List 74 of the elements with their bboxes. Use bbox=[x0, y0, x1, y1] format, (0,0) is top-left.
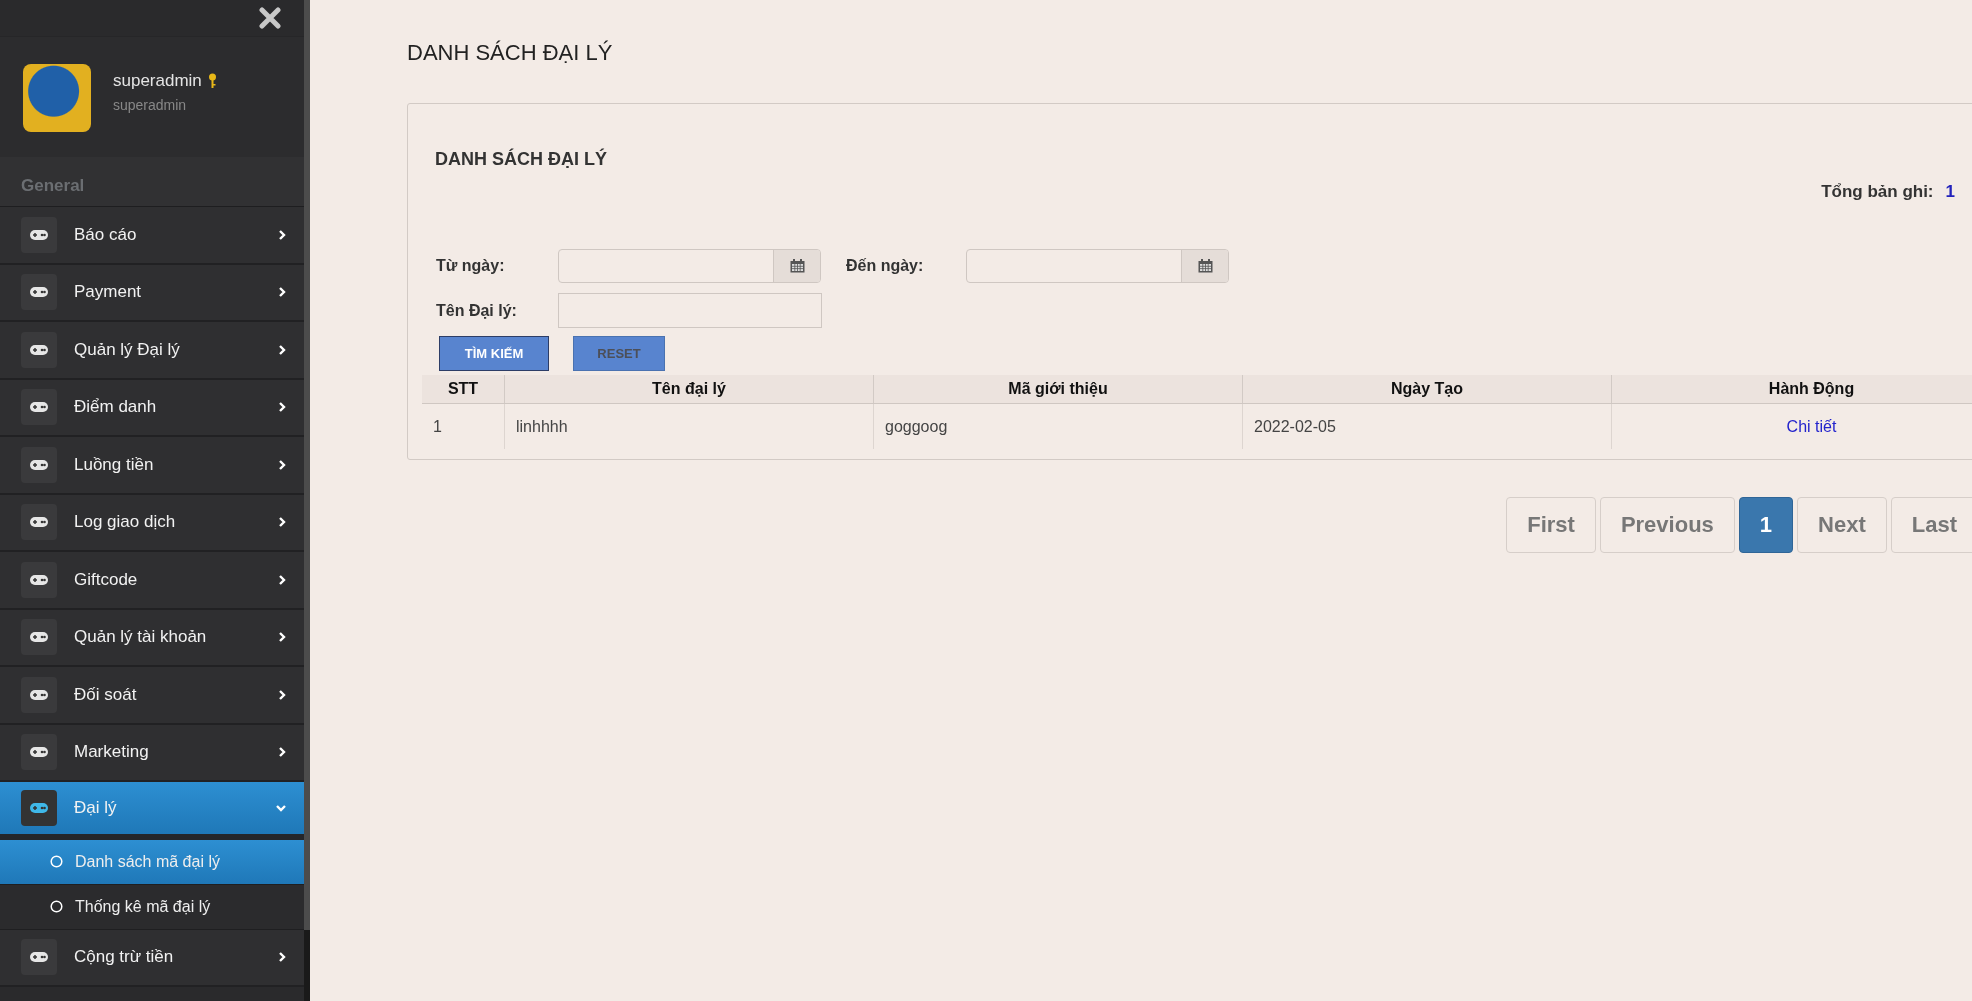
circle-icon bbox=[50, 855, 63, 868]
sidebar-item[interactable]: Log giao dịch bbox=[0, 494, 304, 552]
gamepad-icon bbox=[21, 216, 57, 253]
column-header: Ngày Tạo bbox=[1242, 375, 1612, 404]
chevron-right-icon bbox=[278, 402, 286, 413]
sidebar-item[interactable]: Payment bbox=[0, 264, 304, 322]
key-icon bbox=[207, 73, 217, 89]
column-header: Tên đại lý bbox=[504, 375, 874, 404]
page-button[interactable]: First bbox=[1506, 497, 1596, 553]
chevron-down-icon bbox=[276, 803, 286, 812]
column-header: STT bbox=[422, 375, 505, 404]
total-value: 1 bbox=[1945, 182, 1955, 202]
table-cell: 2022-02-05 bbox=[1242, 403, 1612, 449]
chevron-right-icon bbox=[278, 459, 286, 470]
gamepad-icon bbox=[21, 676, 57, 713]
calendar-icon[interactable] bbox=[773, 250, 820, 282]
field-label: Từ ngày: bbox=[436, 257, 506, 275]
chevron-right-icon bbox=[278, 229, 286, 240]
section-label: General bbox=[0, 157, 304, 207]
input-field[interactable] bbox=[558, 293, 822, 328]
sidebar-item[interactable]: Cộng trừ tiền bbox=[0, 929, 304, 987]
sidebar-item[interactable]: Điểm danh bbox=[0, 379, 304, 437]
logo-image bbox=[23, 64, 91, 132]
chevron-right-icon bbox=[278, 574, 286, 585]
page-button[interactable]: 1 bbox=[1738, 497, 1794, 553]
gamepad-icon bbox=[21, 619, 57, 656]
sidebar-item[interactable]: Báo cáo bbox=[0, 207, 304, 265]
close-icon[interactable] bbox=[259, 7, 281, 29]
sidebar-item[interactable]: Giftcode bbox=[0, 552, 304, 610]
chevron-right-icon bbox=[278, 517, 286, 528]
user-role: superadmin bbox=[113, 97, 188, 113]
column-header: Hành Động bbox=[1611, 375, 1972, 404]
date-field[interactable] bbox=[966, 249, 1229, 283]
gamepad-icon bbox=[21, 389, 57, 426]
gamepad-icon bbox=[21, 734, 57, 771]
gamepad-icon bbox=[21, 789, 57, 826]
chevron-right-icon bbox=[278, 287, 286, 298]
gamepad-icon bbox=[21, 504, 57, 541]
page-button[interactable]: Previous bbox=[1599, 497, 1735, 553]
chevron-right-icon bbox=[278, 344, 286, 355]
chevron-right-icon bbox=[278, 689, 286, 700]
gamepad-icon bbox=[21, 561, 57, 598]
column-header: Mã giới thiệu bbox=[873, 375, 1243, 404]
sidebar-item[interactable]: Đối soát bbox=[0, 667, 304, 725]
gamepad-icon bbox=[21, 274, 57, 311]
gamepad-icon bbox=[21, 446, 57, 483]
date-field[interactable] bbox=[558, 249, 821, 283]
field-label: Đến ngày: bbox=[846, 257, 925, 275]
total-label: Tổng bản ghi: bbox=[1821, 182, 1934, 202]
sidebar-item[interactable]: Luồng tiền bbox=[0, 437, 304, 495]
user-name: superadmin bbox=[113, 71, 202, 91]
sidebar-item[interactable]: Quản lý tài khoản bbox=[0, 609, 304, 667]
detail-link[interactable]: Chi tiết bbox=[1786, 417, 1837, 435]
chevron-right-icon bbox=[278, 952, 286, 963]
sidebar-item[interactable]: Đại lý bbox=[0, 782, 304, 840]
chevron-right-icon bbox=[278, 747, 286, 758]
submenu-item[interactable]: Danh sách mã đại lý bbox=[0, 839, 304, 885]
sidebar-item[interactable]: Quản lý Đại lý bbox=[0, 322, 304, 380]
scrollbar[interactable] bbox=[304, 0, 310, 1001]
table-cell: linhhhh bbox=[504, 403, 874, 449]
chevron-right-icon bbox=[278, 632, 286, 643]
page-button[interactable]: Next bbox=[1797, 497, 1887, 553]
sidebar-item[interactable]: Marketing bbox=[0, 724, 304, 782]
card-title: DANH SÁCH ĐẠI LÝ bbox=[435, 149, 608, 170]
calendar-icon[interactable] bbox=[1181, 250, 1228, 282]
page-title: DANH SÁCH ĐẠI LÝ bbox=[407, 40, 614, 66]
circle-icon bbox=[50, 900, 63, 913]
page-button[interactable]: Last bbox=[1890, 497, 1972, 553]
table-cell: 1 bbox=[422, 403, 505, 449]
gamepad-icon bbox=[21, 331, 57, 368]
gamepad-icon bbox=[21, 939, 57, 976]
search-button[interactable]: TÌM KIẾM bbox=[439, 336, 549, 371]
table-cell: goggoog bbox=[873, 403, 1243, 449]
field-label: Tên Đại lý: bbox=[436, 301, 518, 320]
